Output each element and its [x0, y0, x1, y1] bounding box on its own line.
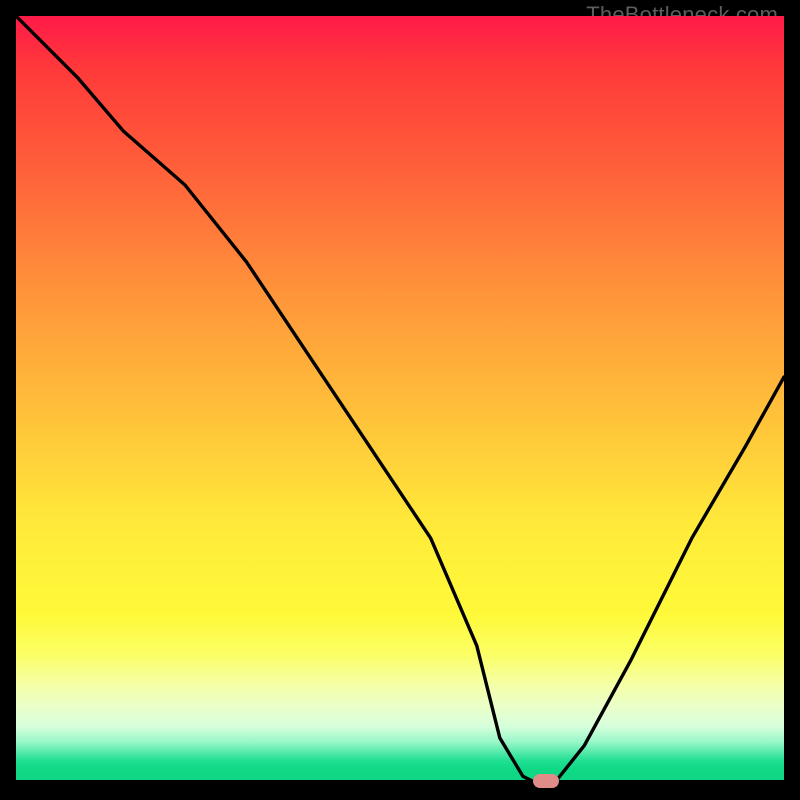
bottleneck-curve	[16, 16, 784, 784]
curve-svg	[16, 16, 784, 784]
optimal-point-marker	[533, 774, 559, 788]
x-axis-baseline	[16, 780, 784, 784]
plot-area	[16, 16, 784, 784]
chart-frame: TheBottleneck.com	[0, 0, 800, 800]
